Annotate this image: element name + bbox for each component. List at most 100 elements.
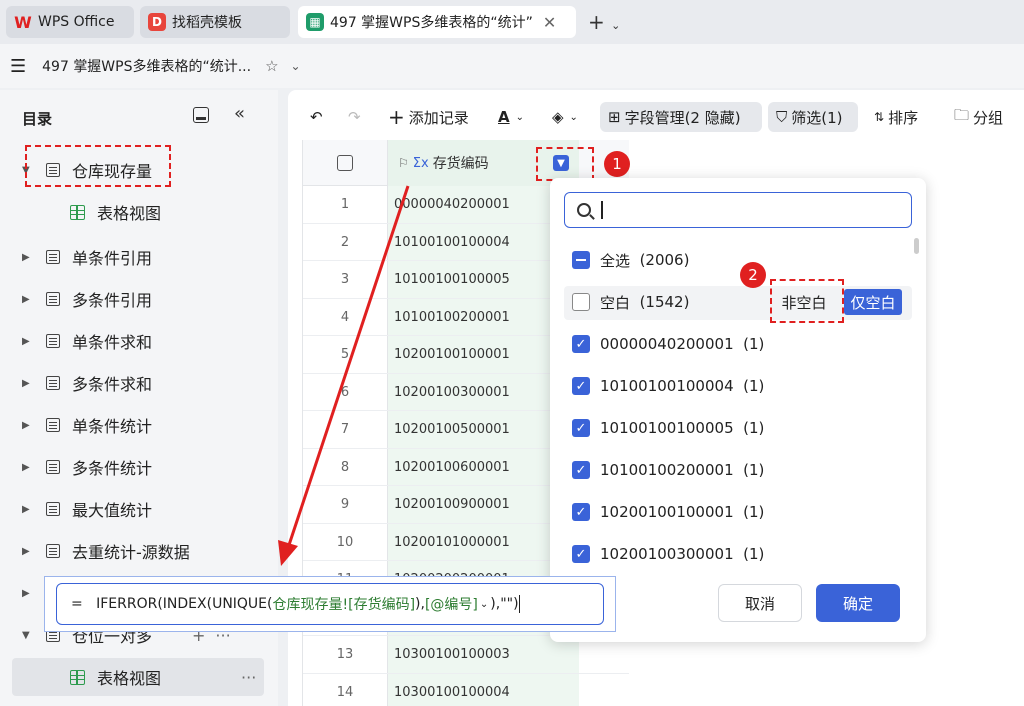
expand-triangle-icon[interactable]: ▶ [22, 294, 36, 305]
view-label: 表格视图 [97, 669, 162, 688]
sidebar-item[interactable]: ▶ 多条件引用 [22, 286, 152, 312]
document-title: 497 掌握WPS多维表格的“统计... [42, 59, 252, 75]
inventory-code-cell[interactable]: 10300100100004 [387, 673, 579, 706]
option-blank[interactable]: 空白 (1542) [572, 288, 689, 316]
option-label: 10100100100004 [600, 377, 734, 395]
checkbox-checked[interactable]: ✓ [572, 503, 590, 521]
text-color-button[interactable]: A ⌄ [498, 102, 524, 132]
sidebar-view-table-active[interactable]: 表格视图 ··· [70, 664, 256, 690]
grid-view-icon [70, 669, 85, 685]
expand-triangle-icon[interactable]: ▶ [22, 252, 36, 263]
row-number: 7 [340, 422, 350, 437]
cancel-button[interactable]: 取消 [718, 584, 802, 622]
checkbox-unchecked[interactable] [572, 293, 590, 311]
chevron-down-icon[interactable]: ⌄ [291, 59, 301, 73]
new-tab-plus-icon[interactable]: + ⌄ [588, 10, 620, 34]
sidebar-item[interactable]: ▶ 多条件求和 [22, 370, 152, 396]
table-icon [46, 376, 60, 390]
checkbox-checked[interactable]: ✓ [572, 545, 590, 563]
inventory-code-cell[interactable]: 10300100100003 [387, 636, 579, 673]
group-button[interactable]: 🗀 分组 [954, 102, 1003, 132]
fill-color-button[interactable]: ◈ ⌄ [552, 102, 578, 132]
tab-docer-templates[interactable]: D 找稻壳模板 [140, 6, 290, 38]
more-icon[interactable]: ··· [241, 668, 256, 687]
group-label: 分组 [973, 108, 1004, 127]
multi-table-icon: ▦ [306, 13, 324, 31]
scrollbar[interactable] [914, 238, 919, 254]
row-number: 6 [340, 384, 350, 400]
checkbox-checked[interactable]: ✓ [572, 461, 590, 479]
formula-row-ref: [@编号] [424, 597, 478, 613]
expand-triangle-icon[interactable]: ▶ [22, 336, 36, 347]
filter-option[interactable]: ✓ 10100100200001 (1) [572, 456, 764, 484]
menu-icon[interactable]: ☰ [10, 56, 26, 77]
sidebar-item[interactable]: ▶ 最大值统计 [22, 496, 152, 522]
checkbox-checked[interactable]: ✓ [572, 335, 590, 353]
funnel-icon: ⛉ [776, 108, 788, 126]
formula-input[interactable]: = IFERROR(INDEX(UNIQUE(仓库现存量![存货编码]), [@编… [56, 583, 604, 625]
sidebar-item[interactable]: ▶ 单条件求和 [22, 328, 152, 354]
option-label: 00000040200001 [600, 335, 734, 353]
redo-icon[interactable]: ↷ [348, 102, 361, 132]
expand-triangle-icon[interactable]: ▼ [22, 630, 36, 641]
formula-equals: = [71, 596, 83, 612]
row-number: 13 [336, 647, 354, 662]
filter-search-input[interactable] [564, 192, 912, 228]
formula-field-ref: 仓库现存量![存货编码] [272, 597, 416, 613]
sidebar-view-table[interactable]: 表格视图 [70, 199, 161, 225]
table-row[interactable]: 14 10300100100004 [303, 673, 629, 706]
only-blank-button[interactable]: 仅空白 [844, 289, 902, 315]
sidebar-item[interactable]: ▶ 单条件统计 [22, 412, 152, 438]
checkbox-partial[interactable] [572, 251, 590, 269]
filter-option[interactable]: ✓ 10200100100001 (1) [572, 498, 764, 526]
expand-triangle-icon[interactable]: ▶ [22, 504, 36, 515]
close-icon[interactable]: ✕ [543, 13, 556, 32]
expand-triangle-icon[interactable]: ▶ [22, 546, 36, 557]
search-icon [577, 203, 591, 217]
formula-part: IFERROR(INDEX(UNIQUE( [96, 596, 273, 612]
add-record-button[interactable]: + 添加记录 [388, 102, 469, 132]
plus-icon: + [388, 105, 405, 129]
option-label: 10200100100001 [600, 503, 734, 521]
filter-option[interactable]: ✓ 10100100100005 (1) [572, 414, 764, 442]
sort-button[interactable]: ⇅ 排序 [874, 102, 918, 132]
tab-active-document[interactable]: ▦ 497 掌握WPS多维表格的“统计” ✕ [298, 6, 576, 38]
sidebar-item[interactable]: ▶ [22, 580, 36, 606]
undo-icon[interactable]: ↶ [310, 102, 323, 132]
column-header-label: 存货编码 [432, 156, 489, 172]
select-all-checkbox[interactable] [337, 155, 353, 171]
tab-wps-office[interactable]: W WPS Office [6, 6, 134, 38]
chevron-down-icon[interactable]: ⌄ [480, 599, 488, 610]
table-icon [46, 502, 60, 516]
filter-option[interactable]: ✓ 00000040200001 (1) [572, 330, 764, 358]
star-icon[interactable]: ☆ [265, 57, 278, 75]
tab-label: 497 掌握WPS多维表格的“统计” [330, 15, 533, 31]
filter-option[interactable]: ✓ 10200100300001 (1) [572, 540, 764, 568]
sidebar-item[interactable]: ▶ 多条件统计 [22, 454, 152, 480]
expand-triangle-icon[interactable]: ▶ [22, 420, 36, 431]
checkbox-checked[interactable]: ✓ [572, 419, 590, 437]
filter-dropdown: 全选 (2006) 空白 (1542) 非空白 仅空白 ✓ 00000040200… [550, 178, 926, 642]
filter-button[interactable]: ⛉ 筛选(1) [768, 102, 858, 132]
annotation-badge-2: 2 [740, 262, 766, 288]
row-number: 8 [340, 459, 350, 475]
sidebar-item-label: 最大值统计 [72, 501, 153, 520]
field-manage-button[interactable]: ⊞ 字段管理(2 隐藏) [600, 102, 762, 132]
annotation-box-non-blank [770, 279, 844, 323]
collapse-sidebar-icon[interactable]: « [234, 103, 245, 124]
option-count: (1) [743, 545, 765, 563]
expand-triangle-icon[interactable]: ▶ [22, 378, 36, 389]
row-number: 14 [336, 684, 354, 700]
sidebar-item[interactable]: ▶ 单条件引用 [22, 244, 152, 270]
expand-triangle-icon[interactable]: ▶ [22, 588, 36, 599]
option-label: 10100100100005 [600, 419, 734, 437]
confirm-button[interactable]: 确定 [816, 584, 900, 622]
grid-icon: ⊞ [608, 108, 621, 126]
expand-triangle-icon[interactable]: ▶ [22, 462, 36, 473]
sidebar-item[interactable]: ▶ 去重统计-源数据 [22, 538, 190, 564]
sidebar-panel-icon[interactable] [193, 107, 209, 123]
filter-option[interactable]: ✓ 10100100100004 (1) [572, 372, 764, 400]
option-select-all[interactable]: 全选 (2006) [572, 246, 689, 274]
view-label: 表格视图 [97, 204, 162, 223]
checkbox-checked[interactable]: ✓ [572, 377, 590, 395]
